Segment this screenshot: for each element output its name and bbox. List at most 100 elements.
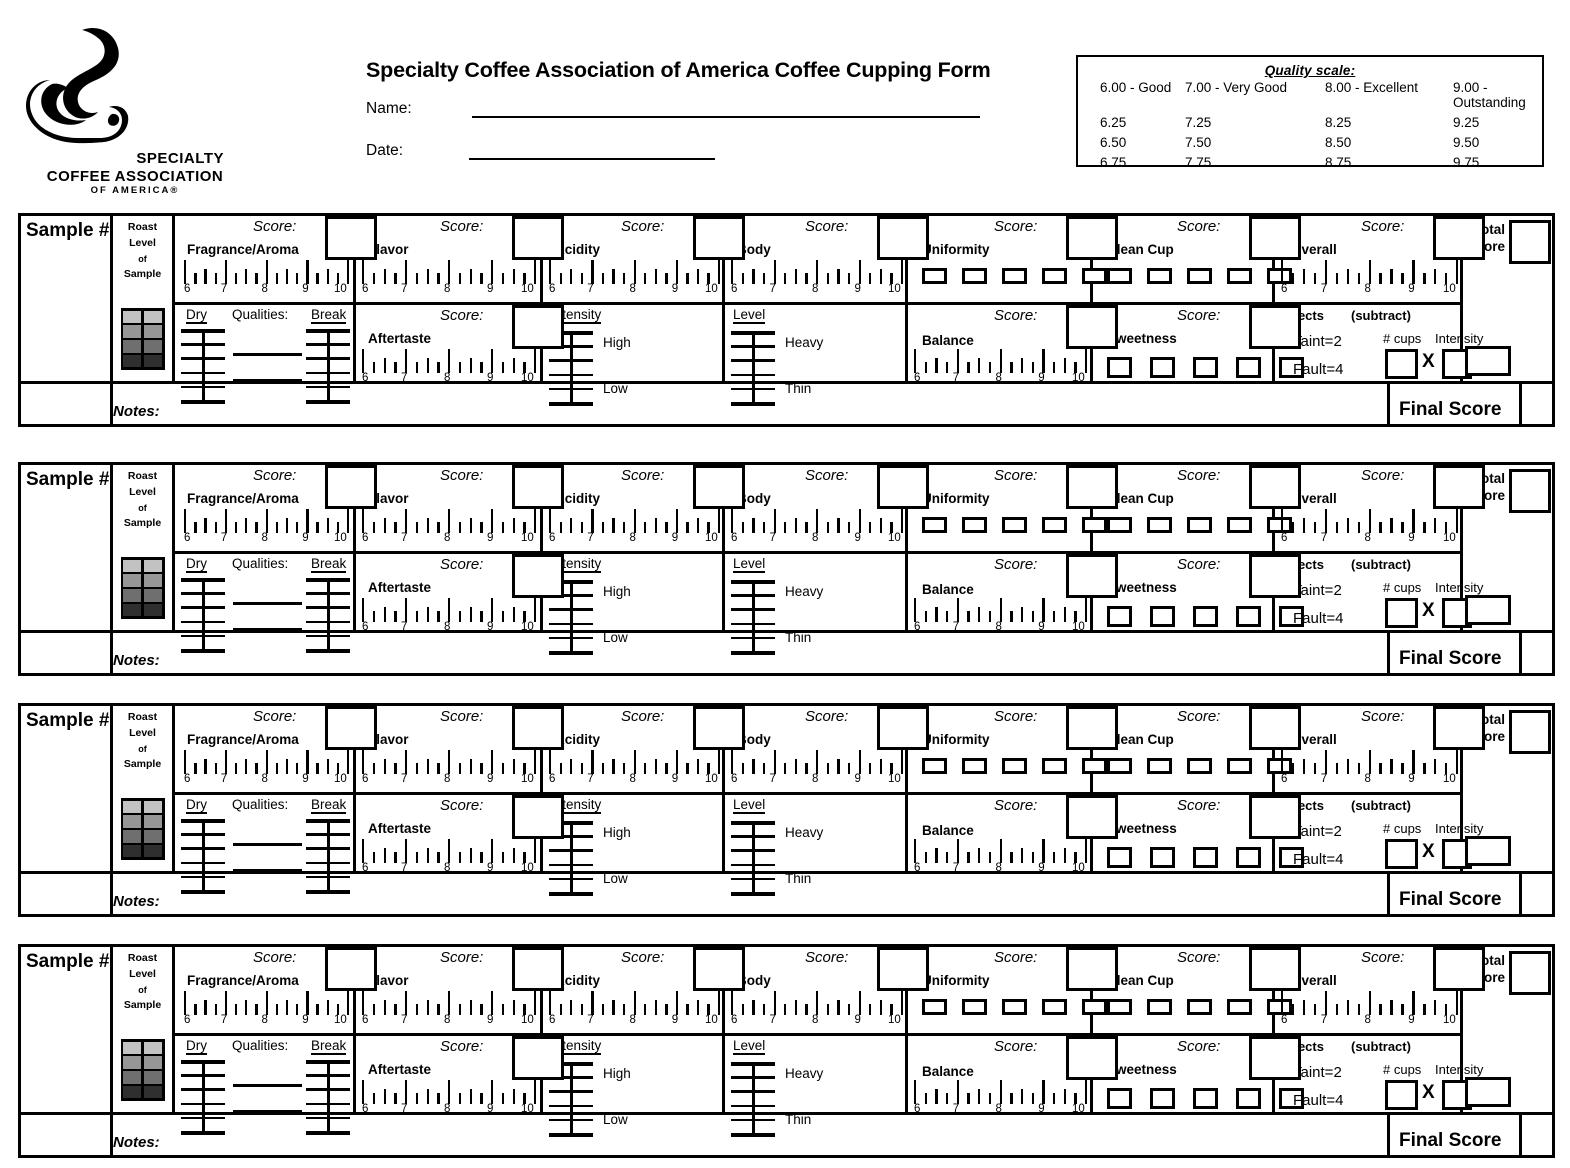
aftertaste-score-box[interactable]	[512, 554, 564, 598]
uniformity-checkbox[interactable]	[1042, 758, 1067, 774]
notes-row[interactable]: Notes: Final Score	[21, 381, 1552, 424]
clean-cup-checkbox[interactable]	[1227, 268, 1252, 284]
clean-cup-score-box[interactable]	[1249, 216, 1301, 260]
acidity-scale[interactable]: 6 7 8 9 10	[549, 991, 721, 1029]
qualities-line[interactable]	[233, 1084, 302, 1088]
aftertaste-score-box[interactable]	[512, 305, 564, 349]
sweetness-checkbox[interactable]	[1236, 357, 1261, 378]
clean-cup-score-box[interactable]	[1249, 947, 1301, 991]
name-input[interactable]	[471, 103, 980, 118]
uniformity-checkbox[interactable]	[1002, 268, 1027, 284]
balance-score-box[interactable]	[1066, 305, 1118, 349]
sweetness-checkbox[interactable]	[1107, 606, 1132, 627]
sweetness-score-box[interactable]	[1249, 795, 1301, 839]
defect-cups-box[interactable]	[1385, 839, 1418, 869]
body-score-box[interactable]	[877, 465, 929, 509]
uniformity-checkbox[interactable]	[1042, 268, 1067, 284]
sample-number-cell[interactable]: Sample #	[21, 216, 113, 384]
fragrance-aroma-scale[interactable]: 6 7 8 9 10	[184, 509, 350, 547]
clean-cup-checkbox[interactable]	[1147, 758, 1172, 774]
overall-scale[interactable]: 6 7 8 9 10	[1281, 991, 1459, 1029]
roast-level-swatch[interactable]	[120, 1039, 165, 1101]
sweetness-checkbox[interactable]	[1193, 357, 1218, 378]
total-score-box[interactable]	[1509, 710, 1551, 754]
date-input[interactable]	[469, 145, 716, 160]
clean-cup-checkbox[interactable]	[1227, 758, 1252, 774]
fragrance-aroma-score-box[interactable]	[325, 947, 377, 991]
roast-level-swatch[interactable]	[120, 798, 165, 860]
uniformity-score-box[interactable]	[1066, 216, 1118, 260]
uniformity-checkbox[interactable]	[922, 758, 947, 774]
sample-number-cell[interactable]: Sample #	[21, 947, 113, 1115]
uniformity-checkbox[interactable]	[1042, 517, 1067, 533]
sample-number-cell[interactable]: Sample #	[21, 465, 113, 633]
uniformity-checkbox[interactable]	[922, 268, 947, 284]
uniformity-checkbox[interactable]	[1002, 758, 1027, 774]
acidity-scale[interactable]: 6 7 8 9 10	[549, 509, 721, 547]
fragrance-aroma-score-box[interactable]	[325, 216, 377, 260]
sweetness-checkbox[interactable]	[1236, 847, 1261, 868]
flavor-scale[interactable]: 6 7 8 9 10	[362, 509, 537, 547]
overall-scale[interactable]: 6 7 8 9 10	[1281, 750, 1459, 788]
total-score-box[interactable]	[1509, 469, 1551, 513]
uniformity-checkbox[interactable]	[1002, 999, 1027, 1015]
acidity-score-box[interactable]	[693, 465, 745, 509]
body-score-box[interactable]	[877, 216, 929, 260]
sweetness-score-box[interactable]	[1249, 305, 1301, 349]
fragrance-aroma-scale[interactable]: 6 7 8 9 10	[184, 991, 350, 1029]
defect-cups-box[interactable]	[1385, 349, 1418, 379]
sweetness-checkbox[interactable]	[1193, 847, 1218, 868]
overall-scale[interactable]: 6 7 8 9 10	[1281, 509, 1459, 547]
sweetness-checkbox[interactable]	[1236, 1088, 1261, 1109]
final-score-box[interactable]	[1522, 874, 1552, 914]
notes-row[interactable]: Notes: Final Score	[21, 630, 1552, 673]
clean-cup-checkbox[interactable]	[1227, 517, 1252, 533]
final-score-box[interactable]	[1522, 633, 1552, 673]
balance-score-box[interactable]	[1066, 795, 1118, 839]
sweetness-checkbox[interactable]	[1150, 1088, 1175, 1109]
sweetness-checkbox[interactable]	[1236, 606, 1261, 627]
sweetness-score-box[interactable]	[1249, 1036, 1301, 1080]
sweetness-checkbox[interactable]	[1107, 847, 1132, 868]
total-score-box[interactable]	[1509, 220, 1551, 264]
sample-number-cell[interactable]: Sample #	[21, 706, 113, 874]
uniformity-score-box[interactable]	[1066, 947, 1118, 991]
uniformity-score-box[interactable]	[1066, 465, 1118, 509]
clean-cup-checkbox[interactable]	[1227, 999, 1252, 1015]
uniformity-checkbox[interactable]	[922, 999, 947, 1015]
total-score-box[interactable]	[1509, 951, 1551, 995]
overall-scale[interactable]: 6 7 8 9 10	[1281, 260, 1459, 298]
balance-score-box[interactable]	[1066, 554, 1118, 598]
sweetness-checkbox[interactable]	[1150, 847, 1175, 868]
uniformity-checkbox[interactable]	[1042, 999, 1067, 1015]
clean-cup-checkbox[interactable]	[1147, 268, 1172, 284]
fragrance-aroma-score-box[interactable]	[325, 706, 377, 750]
defect-result-box[interactable]	[1465, 836, 1511, 866]
clean-cup-score-box[interactable]	[1249, 465, 1301, 509]
body-scale[interactable]: 6 7 8 9 10	[731, 991, 904, 1029]
clean-cup-checkbox[interactable]	[1147, 517, 1172, 533]
uniformity-checkbox[interactable]	[962, 999, 987, 1015]
uniformity-checkbox[interactable]	[962, 758, 987, 774]
aftertaste-score-box[interactable]	[512, 795, 564, 839]
body-scale[interactable]: 6 7 8 9 10	[731, 750, 904, 788]
clean-cup-checkbox[interactable]	[1187, 517, 1212, 533]
sweetness-checkbox[interactable]	[1107, 357, 1132, 378]
defect-cups-box[interactable]	[1385, 1080, 1418, 1110]
clean-cup-checkbox[interactable]	[1187, 758, 1212, 774]
flavor-score-box[interactable]	[512, 465, 564, 509]
qualities-line[interactable]	[233, 843, 302, 847]
clean-cup-checkbox[interactable]	[1107, 758, 1132, 774]
flavor-scale[interactable]: 6 7 8 9 10	[362, 750, 537, 788]
clean-cup-checkbox[interactable]	[1107, 517, 1132, 533]
defect-result-box[interactable]	[1465, 595, 1511, 625]
body-scale[interactable]: 6 7 8 9 10	[731, 509, 904, 547]
clean-cup-checkbox[interactable]	[1107, 268, 1132, 284]
acidity-score-box[interactable]	[693, 947, 745, 991]
clean-cup-checkbox[interactable]	[1147, 999, 1172, 1015]
uniformity-checkbox[interactable]	[962, 268, 987, 284]
qualities-line[interactable]	[233, 353, 302, 357]
clean-cup-checkbox[interactable]	[1187, 268, 1212, 284]
flavor-scale[interactable]: 6 7 8 9 10	[362, 991, 537, 1029]
notes-row[interactable]: Notes: Final Score	[21, 1112, 1552, 1155]
